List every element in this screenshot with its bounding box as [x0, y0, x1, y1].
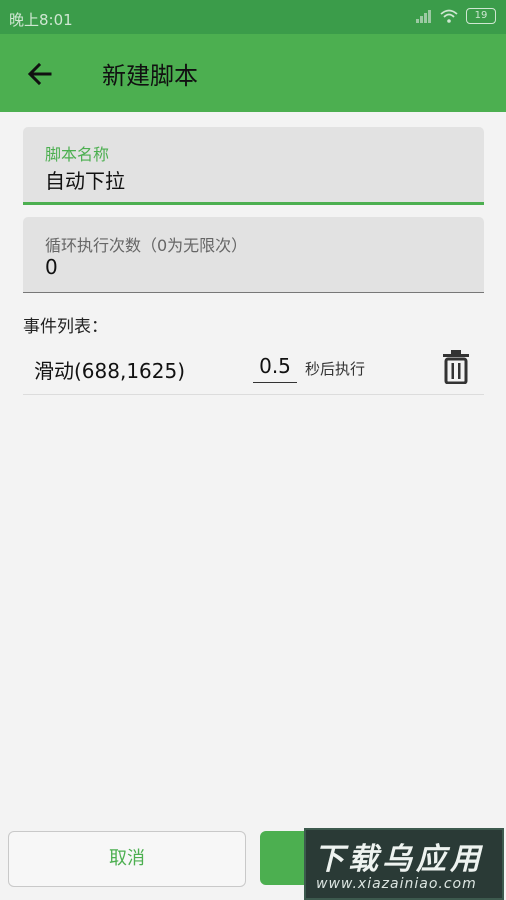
list-item: 滑动(688,1625) 0.5 秒后执行 — [23, 340, 484, 395]
wifi-icon — [440, 9, 458, 23]
event-list-title: 事件列表： — [23, 317, 108, 337]
loop-count-label: 循环执行次数（0为无限次） — [45, 236, 248, 255]
page-title: 新建脚本 — [102, 62, 198, 90]
status-time: 晚上8:01 — [9, 11, 73, 29]
watermark-main-text: 下载乌应用 — [314, 842, 484, 877]
watermark-url-text: www.xiazainiao.com — [316, 876, 477, 892]
cancel-button[interactable]: 取消 — [8, 831, 246, 887]
script-name-field[interactable]: 脚本名称 自动下拉 — [23, 127, 484, 205]
delete-icon[interactable] — [441, 350, 471, 384]
back-arrow-icon[interactable] — [24, 58, 56, 90]
battery-icon: 19 — [466, 8, 496, 24]
event-delay-suffix: 秒后执行 — [305, 360, 366, 378]
event-name: 滑动(688,1625) — [34, 359, 186, 383]
status-icons: 19 — [416, 8, 496, 24]
loop-count-input[interactable]: 0 — [45, 255, 58, 279]
status-bar: 晚上8:01 19 — [0, 0, 506, 34]
script-name-input[interactable]: 自动下拉 — [45, 165, 125, 194]
signal-icon — [416, 9, 432, 23]
script-name-label: 脚本名称 — [45, 145, 110, 164]
watermark-logo: 下载乌应用 www.xiazainiao.com — [304, 828, 504, 900]
event-delay-input[interactable]: 0.5 — [253, 354, 297, 383]
loop-count-field[interactable]: 循环执行次数（0为无限次） 0 — [23, 217, 484, 293]
app-bar: 新建脚本 — [0, 34, 506, 112]
